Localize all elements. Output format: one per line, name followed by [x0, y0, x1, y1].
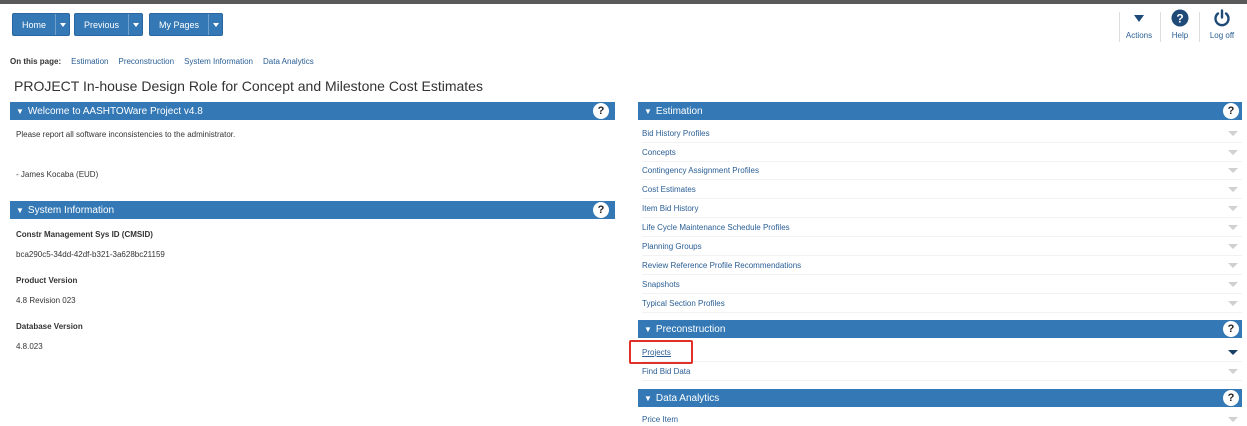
list-item[interactable]: Snapshots [642, 275, 1242, 294]
chevron-down-icon: ▼ [644, 324, 652, 334]
list-item[interactable]: Review Reference Profile Recommendations [642, 256, 1242, 275]
estimation-link-review-reference-profile[interactable]: Review Reference Profile Recommendations [642, 261, 801, 270]
chevron-down-icon[interactable] [1228, 263, 1238, 268]
cmsid-label: Constr Management Sys ID (CMSID) [16, 230, 153, 239]
actions-button[interactable]: Actions [1120, 8, 1158, 44]
chevron-down-icon [59, 22, 66, 27]
list-item[interactable]: Planning Groups [642, 237, 1242, 256]
chevron-down-icon[interactable] [1228, 150, 1238, 155]
chevron-down-icon[interactable] [1228, 168, 1238, 173]
chevron-down-icon [132, 22, 139, 27]
preconstruction-panel-header[interactable]: ▼ Preconstruction ? [638, 320, 1242, 338]
toolbar-divider [1160, 12, 1161, 42]
actions-label: Actions [1125, 31, 1153, 40]
list-item[interactable]: Contingency Assignment Profiles [642, 161, 1242, 180]
my-pages-dropdown-toggle[interactable] [208, 14, 222, 35]
estimation-link-cost-estimates[interactable]: Cost Estimates [642, 185, 696, 194]
chevron-down-icon[interactable] [1228, 244, 1238, 249]
logoff-label: Log off [1209, 31, 1235, 40]
home-button[interactable]: Home [12, 13, 71, 36]
chevron-down-icon[interactable] [1228, 301, 1238, 306]
chevron-down-icon: ▼ [644, 393, 652, 403]
welcome-signature: - James Kocaba (EUD) [16, 170, 99, 179]
my-pages-button-label: My Pages [159, 19, 200, 30]
estimation-link-contingency-assignment-profiles[interactable]: Contingency Assignment Profiles [642, 166, 759, 175]
help-icon[interactable]: ? [593, 103, 609, 119]
page-title: PROJECT In-house Design Role for Concept… [14, 78, 483, 94]
previous-button[interactable]: Previous [74, 13, 144, 36]
chevron-down-icon [212, 22, 219, 27]
list-item[interactable]: Concepts [642, 143, 1242, 162]
home-dropdown-toggle[interactable] [55, 14, 69, 35]
onpage-link-estimation[interactable]: Estimation [71, 57, 108, 66]
preconstruction-link-find-bid-data[interactable]: Find Bid Data [642, 367, 690, 376]
help-icon[interactable]: ? [1223, 390, 1239, 406]
chevron-down-icon[interactable] [1228, 225, 1238, 230]
cmsid-value: bca290c5-34dd-42df-b321-3a628bc21159 [16, 250, 165, 259]
chevron-down-icon[interactable] [1228, 206, 1238, 211]
svg-text:?: ? [1176, 12, 1183, 26]
product-version-value: 4.8 Revision 023 [16, 296, 76, 305]
list-item[interactable]: Item Bid History [642, 199, 1242, 218]
analytics-link-price-item[interactable]: Price Item [642, 415, 678, 424]
logoff-button[interactable]: Log off [1202, 8, 1242, 44]
welcome-panel-title: Welcome to AASHTOWare Project v4.8 [27, 105, 203, 117]
on-this-page-label: On this page: [10, 57, 62, 66]
database-version-label: Database Version [16, 322, 83, 331]
estimation-link-life-cycle-maintenance[interactable]: Life Cycle Maintenance Schedule Profiles [642, 223, 790, 232]
welcome-panel-header[interactable]: ▼ Welcome to AASHTOWare Project v4.8 ? [10, 102, 615, 120]
chevron-down-icon: ▼ [16, 106, 24, 116]
toolbar-divider [1199, 12, 1200, 42]
power-icon [1213, 8, 1231, 28]
help-label: Help [1171, 31, 1189, 40]
help-icon[interactable]: ? [1223, 321, 1239, 337]
help-icon[interactable]: ? [593, 202, 609, 218]
estimation-link-typical-section-profiles[interactable]: Typical Section Profiles [642, 299, 725, 308]
list-item[interactable]: Bid History Profiles [642, 124, 1242, 143]
analytics-panel-title: Data Analytics [655, 392, 720, 404]
chevron-down-icon[interactable] [1228, 131, 1238, 136]
onpage-link-preconstruction[interactable]: Preconstruction [118, 57, 174, 66]
chevron-down-icon[interactable] [1228, 350, 1238, 355]
preconstruction-panel-title: Preconstruction [655, 323, 726, 335]
chevron-down-icon: ▼ [644, 106, 652, 116]
on-this-page-nav: On this page: Estimation Preconstruction… [10, 57, 314, 66]
top-toolbar: Home Previous My Pages Actions ? Help Lo… [0, 4, 1247, 44]
list-item[interactable]: Cost Estimates [642, 180, 1242, 199]
chevron-down-icon: ▼ [16, 205, 24, 215]
welcome-message: Please report all software inconsistenci… [16, 130, 236, 139]
list-item[interactable]: Find Bid Data [642, 362, 1242, 381]
previous-dropdown-toggle[interactable] [128, 14, 142, 35]
chevron-down-icon[interactable] [1228, 369, 1238, 374]
database-version-value: 4.8.023 [16, 342, 43, 351]
estimation-link-bid-history-profiles[interactable]: Bid History Profiles [642, 129, 710, 138]
chevron-down-icon[interactable] [1228, 417, 1238, 422]
onpage-link-system-information[interactable]: System Information [184, 57, 253, 66]
home-button-label: Home [22, 19, 47, 30]
list-item[interactable]: Price Item [642, 410, 1242, 426]
my-pages-button[interactable]: My Pages [149, 13, 224, 36]
analytics-panel-header[interactable]: ▼ Data Analytics ? [638, 389, 1242, 407]
list-item[interactable]: Typical Section Profiles [642, 294, 1242, 313]
estimation-panel-title: Estimation [655, 105, 703, 117]
previous-button-label: Previous [84, 19, 120, 30]
help-icon: ? [1171, 8, 1189, 28]
help-button[interactable]: ? Help [1163, 8, 1197, 44]
list-item[interactable]: Projects [642, 343, 1242, 362]
product-version-label: Product Version [16, 276, 78, 285]
estimation-panel-header[interactable]: ▼ Estimation ? [638, 102, 1242, 120]
estimation-link-concepts[interactable]: Concepts [642, 148, 676, 157]
estimation-link-planning-groups[interactable]: Planning Groups [642, 242, 702, 251]
highlight-box [629, 340, 693, 364]
estimation-link-snapshots[interactable]: Snapshots [642, 280, 680, 289]
list-item[interactable]: Life Cycle Maintenance Schedule Profiles [642, 218, 1242, 237]
sysinfo-panel-header[interactable]: ▼ System Information ? [10, 201, 615, 219]
help-icon[interactable]: ? [1223, 103, 1239, 119]
chevron-down-icon[interactable] [1228, 282, 1238, 287]
sysinfo-panel-title: System Information [27, 204, 115, 216]
actions-caret-icon [1133, 8, 1145, 28]
estimation-link-item-bid-history[interactable]: Item Bid History [642, 204, 698, 213]
chevron-down-icon[interactable] [1228, 187, 1238, 192]
onpage-link-data-analytics[interactable]: Data Analytics [263, 57, 314, 66]
